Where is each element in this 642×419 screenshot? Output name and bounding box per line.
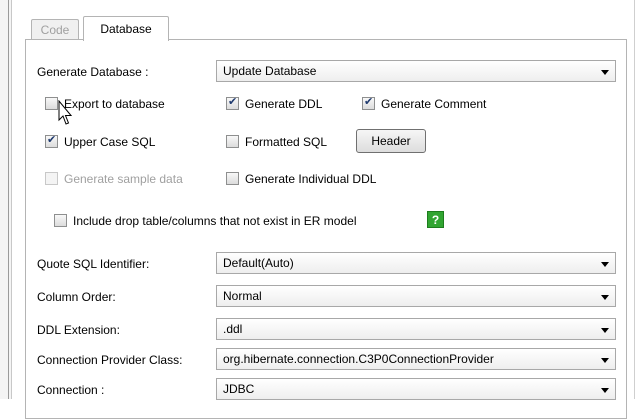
generate-database-select[interactable]: Update Database: [216, 60, 616, 82]
column-order-value: Normal: [223, 289, 262, 303]
upper-case-sql-label: Upper Case SQL: [64, 135, 156, 149]
right-gutter: [630, 0, 642, 399]
ddl-extension-combo[interactable]: .ddl: [216, 318, 616, 340]
generate-sample-data-label: Generate sample data: [64, 172, 183, 186]
left-divider: [8, 0, 9, 399]
generate-comment-label: Generate Comment: [381, 97, 487, 111]
connection-provider-class-combo[interactable]: org.hibernate.connection.C3P0ConnectionP…: [216, 348, 616, 370]
connection-provider-class-value: org.hibernate.connection.C3P0ConnectionP…: [223, 352, 494, 366]
upper-case-sql-checkbox[interactable]: [45, 133, 58, 148]
include-drop-table-label: Include drop table/columns that not exis…: [73, 214, 357, 228]
chevron-down-icon: [601, 388, 609, 393]
chevron-down-icon: [601, 70, 609, 75]
quote-sql-identifier-value: Default(Auto): [223, 256, 294, 270]
formatted-sql-label: Formatted SQL: [245, 135, 328, 149]
left-divider-inner: [11, 0, 12, 399]
column-order-select[interactable]: Normal: [216, 285, 616, 307]
export-to-database-label: Export to database: [64, 97, 165, 111]
generate-comment-checkbox[interactable]: [362, 95, 375, 110]
connection-value: JDBC: [223, 382, 255, 396]
include-drop-table-checkbox[interactable]: [54, 214, 67, 227]
connection-select[interactable]: JDBC: [216, 378, 616, 400]
export-to-database-checkbox[interactable]: [45, 97, 58, 110]
help-icon[interactable]: ?: [427, 211, 444, 228]
chevron-down-icon: [601, 328, 609, 333]
generate-sample-data-checkbox[interactable]: [45, 172, 58, 185]
generate-database-label: Generate Database :: [37, 65, 149, 79]
right-divider: [634, 0, 635, 399]
generate-ddl-checkbox[interactable]: [226, 95, 239, 110]
quote-sql-identifier-select[interactable]: Default(Auto): [216, 252, 616, 274]
column-order-label: Column Order:: [37, 290, 116, 304]
tab-database[interactable]: Database: [83, 16, 169, 41]
ddl-extension-value: .ddl: [223, 322, 243, 336]
connection-label: Connection :: [37, 383, 105, 397]
generate-individual-ddl-checkbox[interactable]: [226, 172, 239, 185]
mouse-cursor-icon: [58, 100, 72, 125]
chevron-down-icon: [601, 295, 609, 300]
tab-code[interactable]: Code: [31, 19, 79, 40]
generate-ddl-label: Generate DDL: [245, 97, 323, 111]
chevron-down-icon: [601, 262, 609, 267]
generate-database-value: Update Database: [223, 64, 317, 78]
chevron-down-icon: [601, 358, 609, 363]
generate-individual-ddl-label: Generate Individual DDL: [245, 172, 377, 186]
quote-sql-identifier-label: Quote SQL Identifier:: [37, 257, 150, 271]
formatted-sql-checkbox[interactable]: [226, 135, 239, 148]
ddl-extension-label: DDL Extension:: [37, 323, 120, 337]
header-button[interactable]: Header: [356, 129, 426, 153]
connection-provider-class-label: Connection Provider Class:: [37, 353, 183, 367]
